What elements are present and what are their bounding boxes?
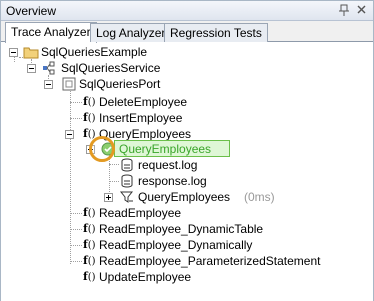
close-icon[interactable] [356, 4, 367, 19]
panel-title: Overview [6, 4, 57, 18]
operation-label: ReadEmployee [99, 206, 182, 220]
service-icon [41, 60, 57, 76]
panel-titlebar: Overview [1, 1, 373, 21]
operation-read-employee-parameterized[interactable]: f() ReadEmployee_ParameterizedStatement [1, 253, 373, 269]
collapse-toggle[interactable] [65, 130, 74, 139]
function-icon: f() [83, 238, 96, 251]
overview-panel: Overview Trace Analyzer Log Analyzer Reg… [0, 0, 374, 301]
selected-call-label: QueryEmployees [119, 142, 212, 156]
operation-label: ReadEmployee_ParameterizedStatement [99, 254, 321, 268]
tree-node-service[interactable]: SqlQueriesService [1, 60, 373, 76]
operation-read-employee-dynamictable[interactable]: f() ReadEmployee_DynamicTable [1, 221, 373, 237]
sql-query-icon [119, 189, 135, 205]
operation-update-employee[interactable]: f() UpdateEmployee [1, 269, 373, 285]
operation-label: ReadEmployee_DynamicTable [99, 222, 264, 236]
subcall-duration: (0ms) [244, 190, 275, 204]
operation-read-employee[interactable]: f() ReadEmployee [1, 205, 373, 221]
log-file-icon [119, 157, 135, 173]
function-icon: f() [83, 111, 96, 124]
operation-label: InsertEmployee [99, 111, 183, 125]
operation-label: ReadEmployee_Dynamically [99, 238, 253, 252]
function-icon: f() [83, 254, 96, 267]
function-icon: f() [83, 222, 96, 235]
collapse-toggle[interactable] [44, 80, 53, 89]
tree-node-request-log[interactable]: request.log [1, 157, 373, 173]
tab-trace-analyzer[interactable]: Trace Analyzer [5, 22, 97, 43]
log-file-icon [119, 173, 135, 189]
tab-log-analyzer[interactable]: Log Analyzer [90, 23, 172, 42]
operation-insert-employee[interactable]: f() InsertEmployee [1, 110, 373, 126]
operation-read-employee-dynamically[interactable]: f() ReadEmployee_Dynamically [1, 237, 373, 253]
port-label: SqlQueriesPort [79, 77, 161, 91]
collapse-toggle[interactable] [9, 48, 18, 57]
pin-icon[interactable] [338, 4, 350, 21]
operation-delete-employee[interactable]: f() DeleteEmployee [1, 94, 373, 110]
port-icon [61, 76, 77, 92]
tab-regression-tests[interactable]: Regression Tests [164, 23, 268, 42]
function-icon: f() [83, 95, 96, 108]
tree-node-response-log[interactable]: response.log [1, 173, 373, 189]
trace-tree: SqlQueriesExample SqlQueriesService SqlQ… [1, 43, 373, 301]
service-label: SqlQueriesService [61, 61, 161, 75]
function-icon: f() [83, 206, 96, 219]
tree-node-subcall[interactable]: QueryEmployees (0ms) [1, 189, 373, 205]
tree-node-project[interactable]: SqlQueriesExample [1, 44, 373, 60]
expand-toggle[interactable] [104, 193, 113, 202]
project-label: SqlQueriesExample [41, 45, 148, 59]
operation-label: DeleteEmployee [99, 95, 188, 109]
request-log-label: request.log [138, 158, 198, 172]
response-log-label: response.log [138, 174, 207, 188]
subcall-label: QueryEmployees [138, 190, 231, 204]
tab-strip: Trace Analyzer Log Analyzer Regression T… [1, 21, 373, 43]
project-folder-icon [23, 44, 39, 60]
operation-label: UpdateEmployee [99, 270, 192, 284]
function-icon: f() [83, 270, 96, 283]
collapse-toggle[interactable] [27, 64, 36, 73]
selected-call-node[interactable]: QueryEmployees [1, 141, 373, 157]
tree-node-port[interactable]: SqlQueriesPort [1, 76, 373, 92]
